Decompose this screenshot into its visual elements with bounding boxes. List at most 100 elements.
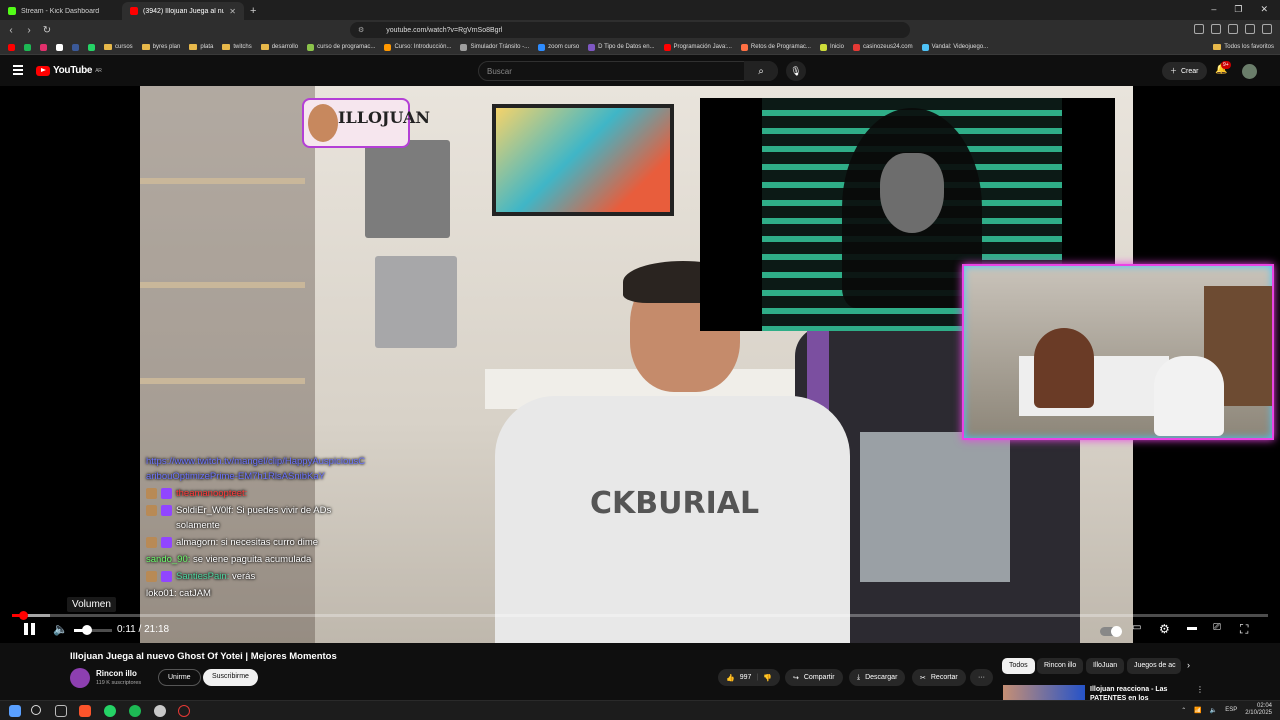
bookmark-item[interactable]: zoom curso: [538, 43, 579, 51]
steam-icon[interactable]: [154, 705, 166, 717]
reload-icon[interactable]: ↻: [40, 25, 54, 36]
brave-browser-icon[interactable]: [79, 705, 91, 717]
speaker-icon[interactable]: 🔈: [1210, 707, 1217, 714]
bookmark-item[interactable]: Retos de Programac...: [740, 43, 811, 51]
forward-icon[interactable]: ›: [22, 25, 36, 36]
volume-slider[interactable]: [74, 625, 112, 635]
bookmark-item[interactable]: cursos: [104, 44, 133, 50]
obs-icon[interactable]: [178, 705, 190, 717]
url-text[interactable]: youtube.com/watch?v=RgVmSo8Bgrl: [386, 27, 502, 34]
channel-name[interactable]: Rincon illo: [96, 669, 137, 678]
bookmark-item[interactable]: Curso: Introducción...: [384, 43, 451, 51]
chip-channel[interactable]: Rincon illo: [1037, 658, 1084, 674]
search-input[interactable]: Buscar: [478, 61, 778, 81]
bookmark-item[interactable]: [56, 43, 63, 51]
autoplay-toggle[interactable]: [1100, 626, 1122, 637]
search-button[interactable]: ⌕: [744, 61, 778, 81]
chip-illojuan[interactable]: IlloJuan: [1086, 658, 1125, 674]
notifications-button[interactable]: 🔔 9+: [1215, 61, 1231, 75]
tray-chevron-icon[interactable]: ⌃: [1181, 707, 1186, 714]
wifi-icon[interactable]: 📶: [1194, 707, 1201, 714]
bookmark-item[interactable]: curso de programac...: [307, 43, 375, 51]
like-icon[interactable]: 👍: [726, 674, 735, 682]
dislike-icon[interactable]: 👎: [763, 674, 772, 682]
tab-kick-dashboard[interactable]: Stream - Kick Dashboard: [0, 2, 122, 20]
bookmark-label: Retos de Programac...: [750, 44, 811, 50]
bookmark-item[interactable]: [88, 43, 95, 51]
bookmark-item[interactable]: plata: [189, 44, 213, 50]
bookmark-item[interactable]: D Tipo de Datos en...: [588, 43, 655, 51]
pause-button[interactable]: [24, 623, 36, 635]
progress-bar[interactable]: [12, 611, 1268, 620]
download-icon: ⤓: [857, 673, 861, 681]
more-actions-button[interactable]: ···: [970, 669, 993, 686]
bookmark-item[interactable]: twitchs: [222, 44, 252, 50]
bookmark-item[interactable]: [40, 43, 47, 51]
extension-icon[interactable]: [1211, 24, 1221, 34]
extension-icon[interactable]: [1245, 24, 1255, 34]
subtitles-icon[interactable]: ▭: [1132, 622, 1141, 633]
more-icon: ···: [978, 674, 985, 681]
menu-hamburger-icon[interactable]: [13, 65, 23, 75]
recommendation-thumbnail[interactable]: [1003, 685, 1085, 700]
all-bookmarks[interactable]: Todos los favoritos: [1213, 44, 1280, 50]
clock[interactable]: 02:04 2/10/2025: [1245, 703, 1272, 717]
youtube-favicon-icon: [130, 7, 138, 15]
recommendation-title[interactable]: Illojuan reacciona - Las PATENTES en los: [1090, 685, 1185, 700]
bookmark-item[interactable]: Inicio: [819, 43, 844, 51]
video-player[interactable]: CKBURIAL ILLOJUAN https://www.twitch.tv/…: [0, 86, 1280, 643]
fullscreen-icon[interactable]: ⛶: [1240, 622, 1248, 637]
channel-avatar[interactable]: [70, 668, 90, 688]
volume-handle[interactable]: [82, 625, 93, 635]
youtube-logo[interactable]: YouTube AR: [36, 65, 102, 76]
theater-mode-icon[interactable]: ▬: [1187, 622, 1197, 633]
create-button[interactable]: ＋ Crear: [1162, 62, 1207, 80]
download-button[interactable]: ⤓ Descargar: [849, 669, 906, 686]
recommendation-menu-icon[interactable]: ⋮: [1196, 685, 1204, 694]
chip-action-games[interactable]: Juegos de ac: [1127, 658, 1181, 674]
language-indicator[interactable]: ESP: [1225, 707, 1237, 713]
back-icon[interactable]: ‹: [4, 25, 18, 36]
join-button[interactable]: Unirme: [158, 669, 201, 686]
site-info-icon[interactable]: ⚙: [358, 26, 364, 34]
volume-icon[interactable]: 🔈: [53, 622, 68, 636]
clip-button[interactable]: ✂ Recortar: [912, 669, 966, 686]
bookmark-item[interactable]: Simulador Tránsito -...: [460, 43, 529, 51]
bookmark-item[interactable]: [8, 43, 15, 51]
chip-all[interactable]: Todos: [1002, 658, 1035, 674]
cast-icon[interactable]: ⎚: [1213, 622, 1221, 633]
menu-icon[interactable]: [1262, 24, 1272, 34]
bookmark-item[interactable]: Vandal: Videojuego...: [921, 43, 988, 51]
bookmark-item[interactable]: [24, 43, 31, 51]
chat-text: almagorn: si necesitas curro dime: [176, 535, 318, 550]
windows-start-icon[interactable]: [9, 705, 21, 717]
close-window-icon[interactable]: ✕: [1260, 4, 1268, 15]
notification-count-badge: 9+: [1221, 61, 1231, 69]
account-avatar[interactable]: [1242, 64, 1257, 79]
bookmark-item[interactable]: byres plan: [141, 44, 180, 50]
extension-icon[interactable]: [1228, 24, 1238, 34]
bookmark-item[interactable]: desarrollo: [260, 44, 298, 50]
settings-gear-icon[interactable]: ⚙: [1159, 622, 1170, 636]
minimize-icon[interactable]: –: [1211, 4, 1216, 15]
extension-icon[interactable]: [1194, 24, 1204, 34]
restore-icon[interactable]: ❐: [1234, 4, 1242, 15]
voice-search-button[interactable]: 🎙: [786, 61, 806, 81]
url-box[interactable]: ⚙ youtube.com/watch?v=RgVmSo8Bgrl: [350, 22, 910, 38]
chevron-right-icon[interactable]: ›: [1187, 660, 1190, 670]
share-button[interactable]: ↪ Compartir: [785, 669, 843, 686]
bookmark-favicon-icon: [24, 43, 31, 51]
task-view-icon[interactable]: [55, 705, 67, 717]
bookmark-item[interactable]: Programación Java:...: [663, 43, 732, 51]
bookmark-item[interactable]: casinozeus24.com: [852, 43, 913, 51]
tab-youtube-video[interactable]: (3942) Illojuan Juega al nuevo Ghost Of …: [122, 2, 244, 20]
like-count[interactable]: 997: [740, 674, 752, 681]
bookmark-item[interactable]: [72, 43, 79, 51]
taskbar-search-icon[interactable]: [31, 705, 41, 715]
divider: |: [756, 674, 759, 681]
close-tab-icon[interactable]: ✕: [229, 7, 236, 16]
spotify-icon[interactable]: [129, 705, 141, 717]
new-tab-button[interactable]: +: [244, 5, 262, 20]
subscribe-button[interactable]: Suscribirme: [203, 669, 258, 686]
whatsapp-icon[interactable]: [104, 705, 116, 717]
